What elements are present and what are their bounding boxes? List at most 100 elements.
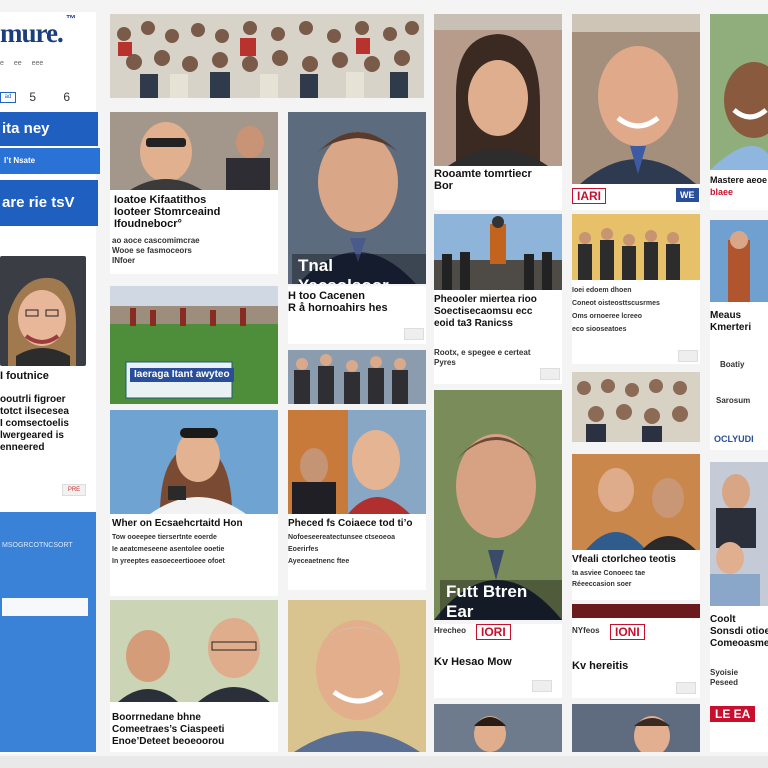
story-meta: Ioei edoem dhoen Coneot oisteosttscusrme… — [572, 284, 660, 336]
story-image — [572, 14, 700, 184]
story-tag: WE — [676, 188, 699, 202]
nav-link-2[interactable]: ee — [14, 60, 22, 67]
story-card[interactable]: Boorrnedane bhne Comeetraes’s Ciaspeeti … — [110, 600, 278, 752]
nav-link-1[interactable]: e — [0, 60, 4, 67]
story-image — [710, 220, 768, 302]
story-title-line: Rooamte tomrtiecr — [434, 168, 532, 180]
story-line: Kv hereitis — [572, 660, 629, 672]
story-image — [710, 462, 768, 606]
story-meta-line: eco siooseatoes — [572, 326, 627, 333]
story-card[interactable]: Rooamte tomrtiecr Bor — [434, 14, 562, 210]
story-card-crowd[interactable] — [110, 14, 424, 98]
sidebar-story-line: lwergeared is — [0, 430, 64, 441]
story-title-line: Kmerteri — [710, 322, 752, 333]
sidebar-story-line: enneered — [0, 442, 45, 453]
story-card[interactable]: Ioatoe Kifaatithos Iooteer Stomrceaind I… — [110, 112, 278, 274]
share-icon[interactable] — [678, 350, 698, 362]
story-card[interactable]: Meaus Kmerteri Boatiy Sarosum OCLYUDI — [710, 220, 768, 450]
sidebar-footer: MSOGRCOTNCSORT — [0, 512, 96, 752]
story-meta: Rootx, e spegee e certeat Pyres — [434, 348, 530, 368]
story-meta-line: ao aoce cascomimcrae — [112, 236, 200, 245]
story-image — [572, 454, 700, 550]
section-tab-2[interactable]: I’t Nsate — [0, 148, 100, 174]
story-image — [110, 410, 278, 514]
sidebar-tag[interactable]: PRE — [62, 484, 86, 496]
story-card[interactable]: Pheced fs Coiaece tod ti’o Nofoeseereate… — [288, 410, 426, 590]
story-meta: Sarosum — [716, 396, 751, 405]
story-title-line: Comeoasmens — [710, 638, 768, 649]
story-meta-line: Ioei edoem dhoen — [572, 287, 632, 294]
story-card-image[interactable] — [434, 704, 562, 752]
story-title: Pheooler miertea rioo Soectisecaomsu ecc… — [434, 294, 537, 330]
logo-trademark: ™ — [66, 14, 76, 25]
story-title-line: Vfeali ctorlcheo teotis — [572, 554, 676, 565]
story-card[interactable]: Vfeali ctorlcheo teotis ta asviee Conoee… — [572, 454, 700, 600]
story-meta: ao aoce cascomimcrae Wooe se fasmoceors … — [112, 236, 200, 266]
story-strip — [572, 604, 700, 618]
share-icon[interactable] — [676, 682, 696, 694]
bottom-scrollbar[interactable] — [0, 756, 768, 768]
story-label: Hrecheo — [434, 626, 467, 635]
edition-b[interactable]: 6 — [63, 90, 70, 104]
story-badge: IORI — [476, 624, 511, 640]
story-meta-line: In yreeptes easoeceertiooee ofoet — [112, 558, 225, 565]
story-badge: IARI — [572, 188, 606, 204]
story-image — [110, 600, 278, 702]
story-line: Kv Hesao Mow — [434, 656, 512, 668]
story-card-field[interactable]: Iaeraga Itant awyteo — [110, 286, 278, 404]
story-card-portrait[interactable]: Tnal Yacsolsoor — [288, 112, 426, 284]
sidebar-story[interactable]: I foutnice ooutrli figroer totct ilseces… — [0, 370, 88, 454]
story-title: Wher on Ecsaehcrtaitd Hon — [112, 518, 243, 530]
story-badge: IONI — [610, 624, 645, 640]
story-meta-line: Ayeceaetnenc ftee — [288, 558, 350, 565]
story-meta-line: Rootx, e spegee e certeat — [434, 348, 531, 357]
share-icon[interactable] — [532, 680, 552, 692]
story-image — [710, 14, 768, 170]
story-image — [288, 410, 426, 514]
story-card[interactable]: NYfeos IONI Kv hereitis — [572, 604, 700, 698]
sidebar-story-line: totct ilsecesea — [0, 406, 69, 417]
story-title-line: H too Cacenen — [288, 290, 366, 302]
story-meta-line: Eoerirfes — [288, 546, 319, 553]
story-meta-line: Tow ooeepee tiersertnte eoerde — [112, 534, 217, 541]
share-icon[interactable] — [404, 328, 424, 340]
story-card[interactable]: Wher on Ecsaehcrtaitd Hon Tow ooeepee ti… — [110, 410, 278, 596]
story-card[interactable]: IARI WE — [572, 14, 700, 210]
story-title-line: Pheced fs Coiaece tod ti’o — [288, 518, 413, 529]
story-title-line: Soectisecaomsu ecc — [434, 306, 533, 317]
story-card[interactable]: Coolt Sonsdi otioe Comeoasmens Syoisie P… — [710, 462, 768, 752]
story-meta-line: Nofoeseereatectunsee ctseoeoa — [288, 534, 395, 541]
story-meta-line: Pyres — [434, 358, 456, 367]
story-meta-line: INfoer — [112, 256, 136, 265]
story-card[interactable]: Pheooler miertea rioo Soectisecaomsu ecc… — [434, 214, 562, 384]
story-card-crowd[interactable] — [572, 372, 700, 442]
site-logo[interactable]: mure. — [0, 18, 96, 49]
edition-box[interactable]: ad — [0, 92, 16, 104]
story-card[interactable]: H too Cacenen R å hornoahirs hes — [288, 286, 426, 344]
sidebar-photo[interactable] — [0, 256, 86, 366]
sidebar-story-head: I foutnice — [0, 370, 49, 382]
share-icon[interactable] — [540, 368, 560, 380]
story-card-portrait[interactable]: Futt Btren Ear — [434, 390, 562, 620]
story-meta-line: Oms ornoeree lcreeo — [572, 313, 643, 320]
nav-link-3[interactable]: eee — [32, 60, 44, 67]
story-title-line: Iooteer Stomrceaind — [114, 206, 221, 218]
edition-a[interactable]: 5 — [29, 90, 36, 104]
story-card-crowd[interactable] — [288, 350, 426, 404]
story-meta: Tow ooeepee tiersertnte eoerde Ie aeatcm… — [112, 532, 225, 568]
story-meta-line: ta asviee Conoeec tae — [572, 570, 646, 577]
story-image — [434, 14, 562, 166]
story-card-portrait[interactable] — [288, 600, 426, 752]
story-card[interactable]: Ioei edoem dhoen Coneot oisteosttscusrme… — [572, 214, 700, 364]
section-tab-1[interactable]: ita ney — [0, 112, 98, 146]
story-title-line: blaee — [710, 187, 734, 197]
story-card-image[interactable] — [572, 704, 700, 752]
sidebar-search-bar[interactable] — [2, 598, 88, 616]
story-meta-line: Ie aeatcmeseene asentolee ooetie — [112, 546, 225, 553]
story-image — [572, 214, 700, 280]
story-title-line: Enoe’Deteet beoeoorou — [112, 736, 225, 747]
story-card[interactable]: Mastere aeoe blaee — [710, 14, 768, 210]
story-card[interactable]: Hrecheo IORI Kv Hesao Mow — [434, 624, 562, 698]
section-tab-3[interactable]: are rie tsV — [0, 180, 98, 226]
story-title: Meaus Kmerteri — [710, 310, 751, 334]
